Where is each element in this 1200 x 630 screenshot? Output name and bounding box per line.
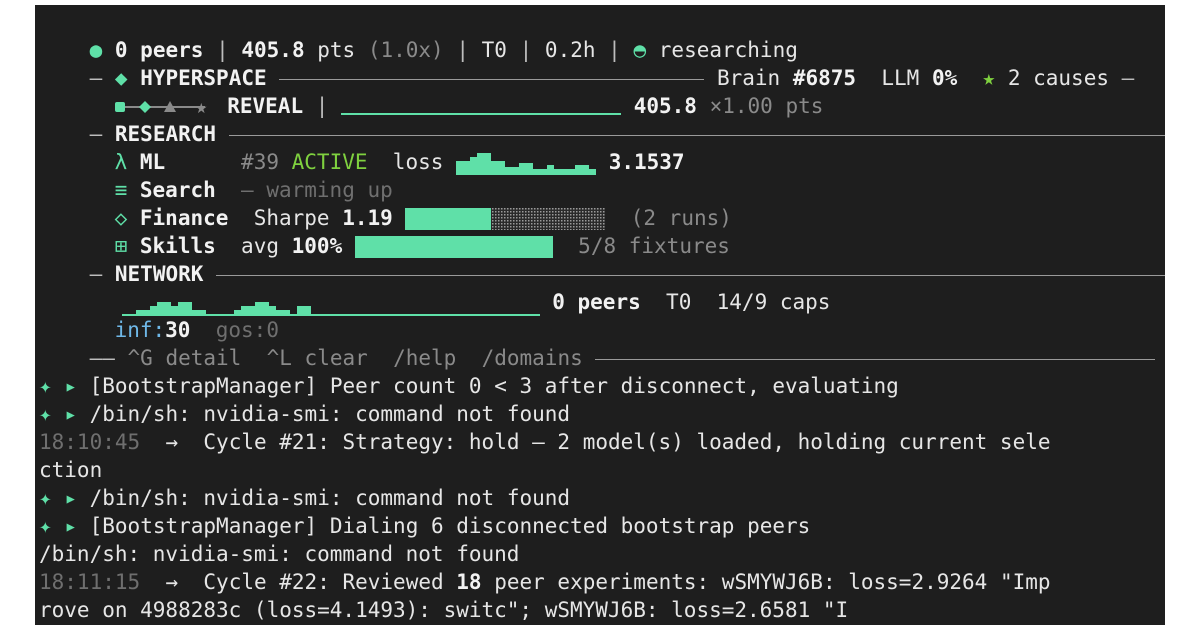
play-icon: ▸ — [64, 486, 77, 510]
log-line: rove on 4988283c (loss=4.1493): switc"; … — [39, 596, 1165, 624]
research-finance-row: ◇ Finance Sharpe 1.19 (2 runs) — [39, 176, 1165, 230]
log-line: /bin/sh: nvidia-smi: command not found — [39, 540, 1165, 568]
status-bar: ● 0 peers | 405.8 pts (1.0x) | T0 | 0.2h… — [89, 38, 798, 62]
research-skills-row: ⊞ Skills avg 100% 5/8 fixtures — [39, 204, 1165, 258]
log-text: rove on 4988283c (loss=4.1493): switc"; … — [39, 598, 849, 622]
arrow-icon: → — [165, 430, 179, 454]
play-icon: ▸ — [64, 402, 77, 426]
divider — [595, 358, 1156, 360]
log-line: 18:10:45 → Cycle #21: Strategy: hold — 2… — [39, 428, 1165, 456]
log-text: /bin/sh: nvidia-smi: command not found — [89, 402, 571, 426]
research-ml-row: λ ML #39 ACTIVE loss 3.1537 — [39, 120, 1165, 175]
research-search-row: ≡ Search — warming up — [39, 148, 1165, 202]
log-text: /bin/sh: nvidia-smi: command not found — [39, 542, 520, 566]
shortcut-help[interactable]: /help — [393, 346, 456, 370]
log-text: ction — [39, 458, 103, 482]
sparkle-icon: ✦ — [39, 374, 52, 398]
log-line: ✦ ▸ /bin/sh: nvidia-smi: command not fou… — [39, 400, 1165, 428]
play-icon: ▸ — [64, 514, 77, 538]
header-line: — ◆ HYPERSPACE Brain #6875 LLM 0% ★ 2 ca… — [89, 66, 1135, 90]
shortcut-detail[interactable]: ^G detail — [128, 346, 242, 370]
arrow-icon: → — [165, 570, 179, 594]
research-section-header: — RESEARCH — [39, 92, 1165, 146]
log-line: ction — [39, 456, 1165, 484]
log-text: Cycle #21: Strategy: hold — 2 model(s) l… — [203, 430, 1051, 454]
play-icon: ▸ — [64, 374, 77, 398]
sparkle-icon: ✦ — [39, 402, 52, 426]
log-text: Cycle #22: Reviewed — [203, 570, 457, 594]
network-stats-row: inf:30 gos:0 — [39, 288, 1165, 342]
terminal-window: ● 0 peers | 405.8 pts (1.0x) | T0 | 0.2h… — [35, 5, 1165, 625]
sparkle-icon: ✦ — [39, 514, 52, 538]
network-row: 0 peers T0 14/9 caps — [39, 260, 1165, 316]
log-text: /bin/sh: nvidia-smi: command not found — [89, 486, 571, 510]
log-text: peer experiments: wSMYWJ6B: loss=2.9264 … — [481, 570, 1051, 594]
shortcut-clear[interactable]: ^L clear — [267, 346, 368, 370]
reveal-line: ★ REVEAL | 405.8 ×1.00 pts — [39, 64, 1165, 118]
log-timestamp: 18:10:45 — [39, 430, 141, 454]
sparkle-icon: ✦ — [39, 486, 52, 510]
log-text: [BootstrapManager] Dialing 6 disconnecte… — [89, 514, 811, 538]
log-line: ✦ ▸ /bin/sh: nvidia-smi: command not fou… — [39, 484, 1165, 512]
network-section-header: — NETWORK — [39, 232, 1165, 286]
shortcut-bar: —— ^G detail ^L clear /help /domains — [39, 316, 1165, 370]
log-line: ✦ ▸ [BootstrapManager] Peer count 0 < 3 … — [39, 372, 1165, 400]
log-line: ✦ ▸ [BootstrapManager] Dialing 6 disconn… — [39, 512, 1165, 540]
log-timestamp: 18:11:15 — [39, 570, 141, 594]
log-text: [BootstrapManager] Peer count 0 < 3 afte… — [89, 374, 899, 398]
log-count: 18 — [456, 570, 482, 594]
shortcut-domains[interactable]: /domains — [482, 346, 583, 370]
log-line: 18:11:15 → Cycle #22: Reviewed 18 peer e… — [39, 568, 1165, 596]
